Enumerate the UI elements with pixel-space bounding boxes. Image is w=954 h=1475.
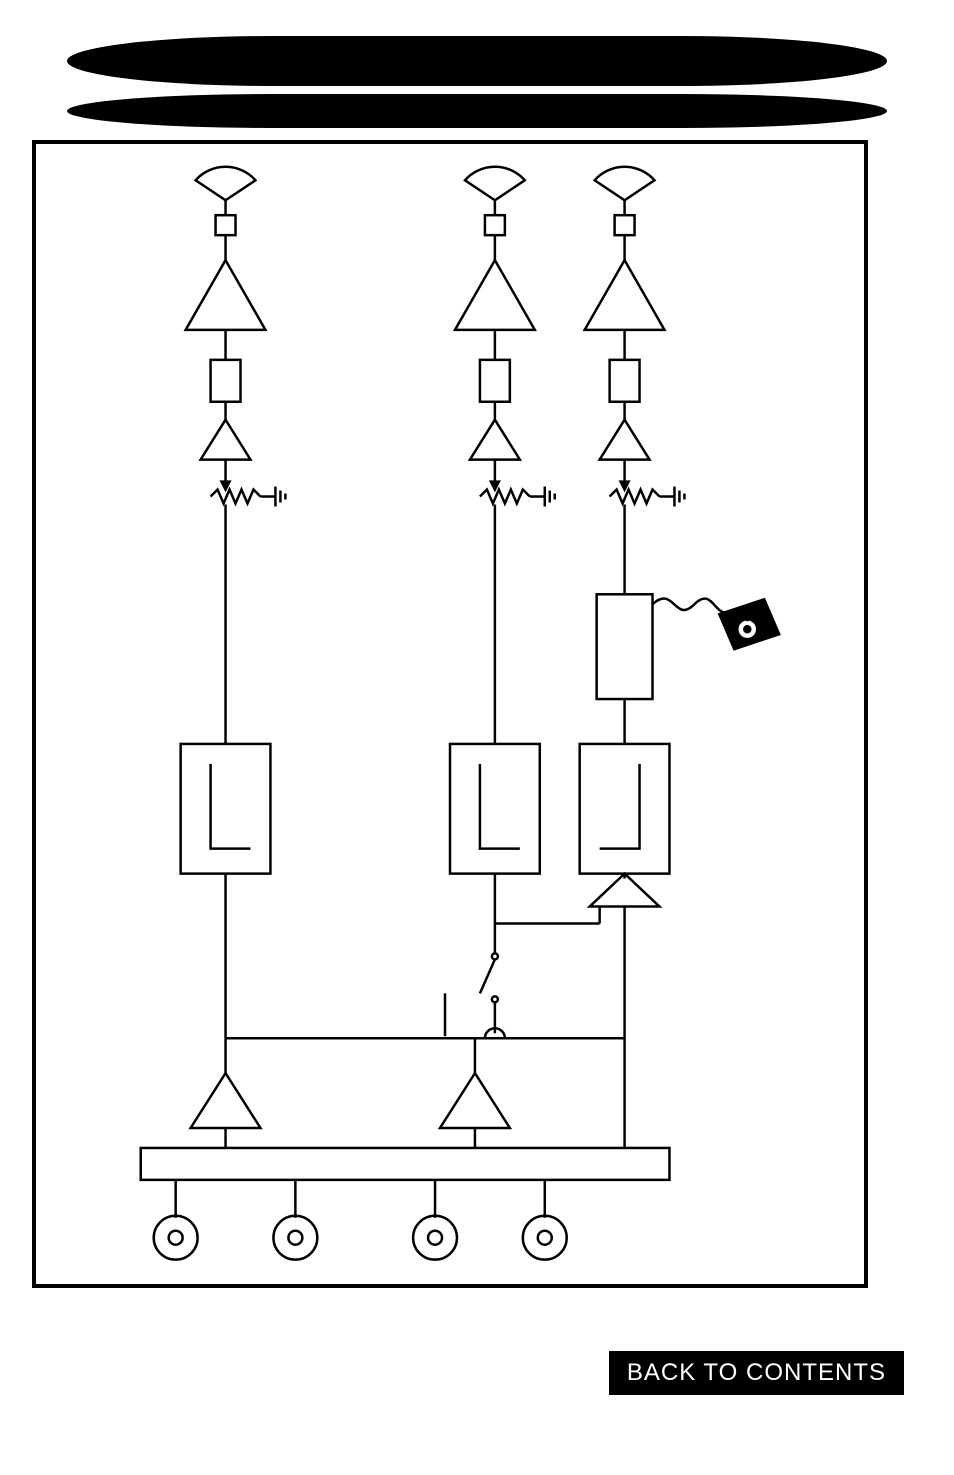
- channel-block-ch3: [580, 744, 670, 874]
- driver-ch1: [201, 420, 251, 460]
- channel-block-ch2: [450, 744, 540, 874]
- ch3-module: [597, 594, 780, 699]
- pad-ch1: [216, 215, 236, 235]
- output-jack-4: [523, 1216, 567, 1260]
- preamp-ch1: [186, 260, 266, 330]
- output-jack-3: [413, 1216, 457, 1260]
- output-driver-1: [191, 1073, 261, 1128]
- header-band-top: [67, 36, 887, 86]
- attenuator-ch3: [610, 460, 685, 507]
- channel-block-ch1: [181, 744, 271, 874]
- back-to-contents-button[interactable]: BACK TO CONTENTS: [609, 1351, 904, 1395]
- block-diagram: [36, 144, 864, 1284]
- output-jack-1: [154, 1216, 198, 1260]
- attenuator-ch1: [211, 460, 286, 507]
- block-diagram-frame: [32, 140, 868, 1288]
- pad-ch3: [615, 215, 635, 235]
- output-bus: [141, 1148, 670, 1180]
- output-jack-2: [273, 1216, 317, 1260]
- remote-controller-icon: [719, 599, 779, 649]
- antenna-ch1: [196, 167, 256, 215]
- driver-ch2: [470, 420, 520, 460]
- output-driver-2: [440, 1073, 510, 1128]
- filter-ch2: [480, 360, 510, 402]
- antenna-ch3: [595, 167, 655, 215]
- filter-ch3: [610, 360, 640, 402]
- antenna-ch2: [465, 167, 525, 215]
- filter-ch1: [211, 360, 241, 402]
- attenuator-ch2: [480, 460, 555, 507]
- preamp-ch2: [455, 260, 535, 330]
- driver-ch3: [600, 420, 650, 460]
- header-band-bottom: [67, 94, 887, 128]
- pad-ch2: [485, 215, 505, 235]
- switch-node: [445, 923, 498, 1036]
- preamp-ch3: [585, 260, 665, 330]
